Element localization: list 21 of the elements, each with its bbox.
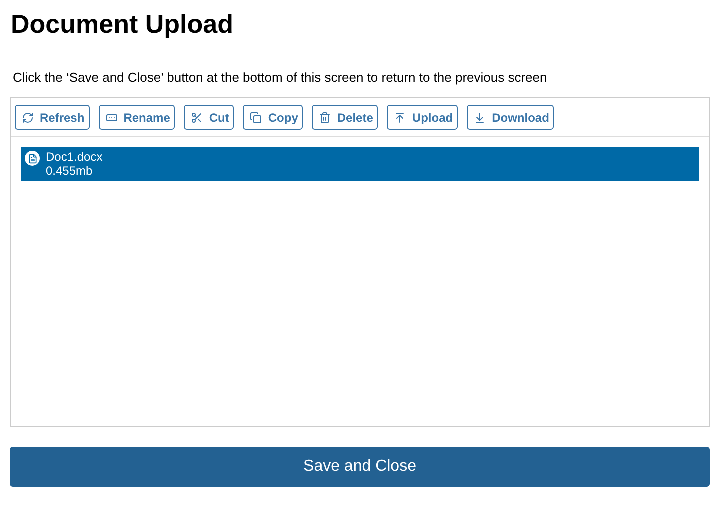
- trash-icon: [319, 112, 332, 124]
- file-icon: [25, 151, 40, 166]
- download-icon: [474, 112, 486, 124]
- page-title: Document Upload: [11, 8, 234, 40]
- copy-button[interactable]: Copy: [243, 105, 304, 130]
- file-name: Doc1.docx: [46, 150, 103, 164]
- download-button[interactable]: Download: [467, 105, 554, 130]
- rename-button[interactable]: Rename: [98, 105, 176, 130]
- copy-icon: [250, 112, 262, 124]
- scissors-icon: [191, 112, 204, 124]
- refresh-button[interactable]: Refresh: [15, 105, 90, 130]
- file-size: 0.455mb: [46, 164, 94, 178]
- save-and-close-button[interactable]: Save and Close: [10, 447, 710, 487]
- refresh-icon: [22, 112, 34, 124]
- cut-button[interactable]: Cut: [184, 105, 234, 130]
- instruction-text: Click the ‘Save and Close’ button at the bottom of this screen to return to the previous screen: [13, 70, 548, 86]
- upload-icon: [394, 112, 406, 124]
- delete-button[interactable]: Delete: [312, 105, 378, 130]
- text-field-icon: [106, 112, 118, 124]
- file-item[interactable]: Doc1.docx 0.455mb: [21, 147, 699, 181]
- upload-button[interactable]: Upload: [387, 105, 458, 130]
